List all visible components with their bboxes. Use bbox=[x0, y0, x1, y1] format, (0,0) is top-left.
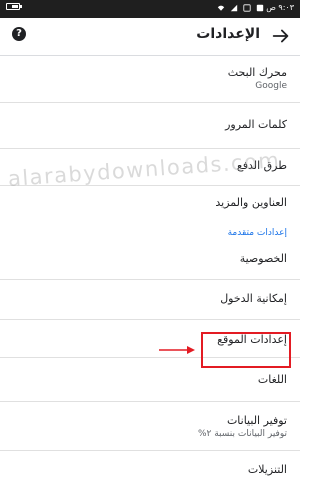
setting-passwords[interactable]: كلمات المرور bbox=[0, 103, 300, 149]
status-time: ٩:٠٣ ص bbox=[266, 3, 294, 12]
setting-label: محرك البحث bbox=[227, 66, 287, 79]
arrow-forward-icon[interactable] bbox=[270, 25, 292, 47]
status-right-icons bbox=[217, 4, 264, 12]
setting-label: كلمات المرور bbox=[225, 118, 287, 131]
setting-accessibility[interactable]: إمكانية الدخول bbox=[0, 280, 300, 320]
setting-label: العناوين والمزيد bbox=[215, 196, 287, 209]
setting-payment-methods[interactable]: طرق الدفع bbox=[0, 149, 300, 186]
setting-value: توفير البيانات بنسبة ٢% bbox=[197, 429, 287, 439]
setting-addresses[interactable]: العناوين والمزيد bbox=[0, 186, 300, 224]
setting-label: التنزيلات bbox=[247, 463, 287, 476]
page-title: الإعدادات bbox=[196, 26, 260, 42]
setting-data-saver[interactable]: توفير البيانات توفير البيانات بنسبة ٢% bbox=[0, 402, 300, 451]
setting-search-engine[interactable]: محرك البحث Google bbox=[0, 56, 300, 103]
battery-icon bbox=[6, 3, 22, 10]
highlight-box bbox=[201, 332, 291, 368]
help-circle-icon[interactable]: ? bbox=[12, 27, 26, 41]
setting-downloads[interactable]: التنزيلات bbox=[0, 451, 300, 491]
section-header-advanced: إعدادات متقدمة bbox=[227, 228, 287, 238]
status-bar: ٩:٠٣ ص bbox=[0, 0, 300, 18]
notification-icon bbox=[243, 4, 251, 12]
setting-label: توفير البيانات bbox=[226, 414, 287, 427]
facebook-icon bbox=[256, 4, 264, 12]
setting-label: إمكانية الدخول bbox=[220, 292, 287, 305]
setting-value: Google bbox=[255, 81, 287, 91]
setting-label: الخصوصية bbox=[239, 252, 287, 265]
signal-icon bbox=[230, 4, 238, 12]
wifi-icon bbox=[217, 5, 225, 11]
status-left-icons bbox=[6, 3, 22, 10]
app-bar: الإعدادات ? bbox=[0, 18, 300, 56]
arrow-right-icon bbox=[159, 346, 195, 354]
setting-label: طرق الدفع bbox=[236, 159, 287, 172]
setting-label: اللغات bbox=[257, 373, 287, 386]
settings-list: محرك البحث Google كلمات المرور طرق الدفع… bbox=[0, 56, 300, 491]
setting-privacy[interactable]: الخصوصية bbox=[0, 244, 300, 280]
